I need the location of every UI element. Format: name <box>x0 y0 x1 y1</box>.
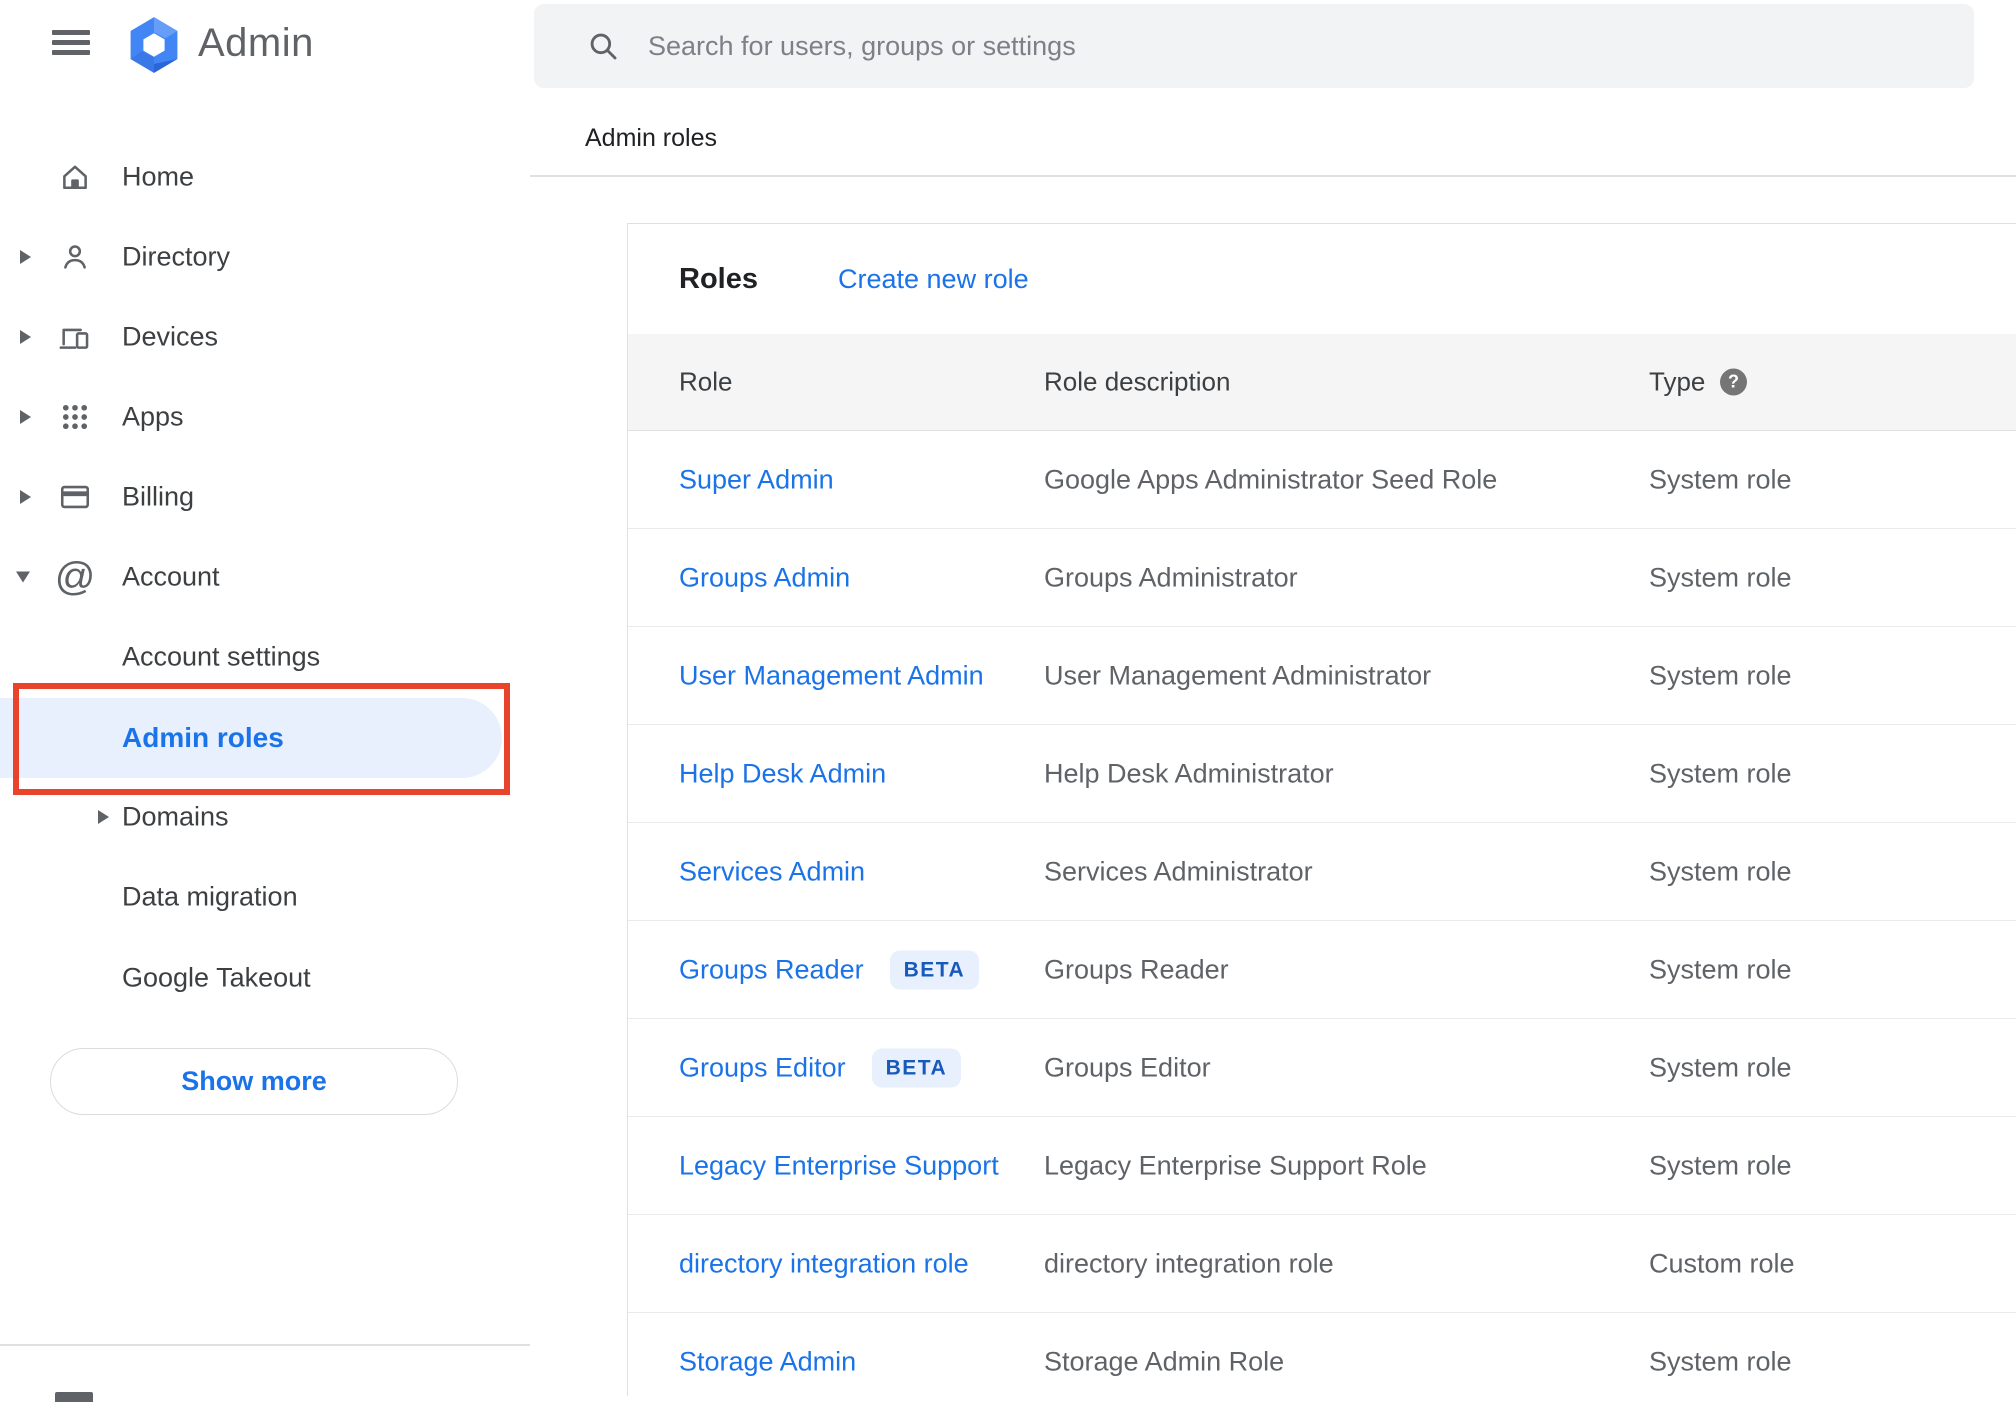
search-bar[interactable] <box>534 4 1974 88</box>
sidebar-item-data-migration[interactable]: Data migration <box>0 857 530 937</box>
role-description: Google Apps Administrator Seed Role <box>1044 464 1498 494</box>
breadcrumb: Admin roles <box>585 124 717 152</box>
role-description: Help Desk Administrator <box>1044 758 1334 788</box>
sidebar-item-google-takeout[interactable]: Google Takeout <box>0 938 530 1018</box>
table-row: Groups Admin Groups Administrator System… <box>628 529 2016 627</box>
billing-card-icon <box>57 479 93 515</box>
column-header-type: Type <box>1649 366 1706 397</box>
role-link[interactable]: directory integration role <box>679 1248 969 1279</box>
role-description: User Management Administrator <box>1044 660 1432 690</box>
annotation-red-box <box>13 683 510 795</box>
column-header-role-description: Role description <box>1044 366 1231 397</box>
admin-logo-icon <box>126 16 182 79</box>
role-description: Groups Administrator <box>1044 562 1298 592</box>
person-icon <box>57 239 93 275</box>
sidebar-bottom-divider <box>0 1344 530 1346</box>
sidebar-item-billing[interactable]: Billing <box>0 457 530 537</box>
home-icon <box>57 159 93 195</box>
roles-card: Roles Create new role Role Role descript… <box>627 223 2016 1396</box>
role-description: Services Administrator <box>1044 856 1313 886</box>
table-row: Storage Admin Storage Admin Role System … <box>628 1313 2016 1396</box>
role-link[interactable]: Services Admin <box>679 856 865 887</box>
create-new-role-link[interactable]: Create new role <box>838 224 1029 334</box>
partial-bottom-icon <box>55 1392 93 1402</box>
sidebar-item-directory[interactable]: Directory <box>0 217 530 297</box>
role-link[interactable]: Storage Admin <box>679 1346 856 1377</box>
beta-badge: BETA <box>889 950 980 989</box>
role-description: Groups Reader <box>1044 954 1229 984</box>
table-row: Groups Editor BETA Groups Editor System … <box>628 1019 2016 1117</box>
table-row: Help Desk Admin Help Desk Administrator … <box>628 725 2016 823</box>
role-description: directory integration role <box>1044 1248 1334 1278</box>
role-type: System role <box>1649 1052 1792 1082</box>
search-input[interactable] <box>646 29 1944 63</box>
table-row: User Management Admin User Management Ad… <box>628 627 2016 725</box>
card-header: Roles Create new role <box>628 224 2016 334</box>
role-type: System role <box>1649 464 1792 494</box>
card-title: Roles <box>679 263 758 295</box>
table-row: directory integration role directory int… <box>628 1215 2016 1313</box>
expand-arrow-icon[interactable] <box>20 330 31 344</box>
expand-arrow-icon[interactable] <box>20 410 31 424</box>
at-sign-icon: @ <box>54 555 96 599</box>
role-description: Groups Editor <box>1044 1052 1211 1082</box>
column-header-role: Role <box>679 366 733 397</box>
help-icon[interactable]: ? <box>1720 368 1747 396</box>
show-more-button[interactable]: Show more <box>50 1048 458 1115</box>
expand-arrow-icon[interactable] <box>20 250 31 264</box>
roles-table-body: Super Admin Google Apps Administrator Se… <box>628 431 2016 1396</box>
brand-header: Admin <box>0 0 530 90</box>
table-header-row: Role Role description Type ? <box>628 334 2016 431</box>
role-type: System role <box>1649 562 1792 592</box>
beta-badge: BETA <box>871 1048 962 1087</box>
role-link[interactable]: Groups Editor <box>679 1052 846 1083</box>
sidebar-item-account[interactable]: @ Account <box>0 537 530 617</box>
table-row: Services Admin Services Administrator Sy… <box>628 823 2016 921</box>
devices-icon <box>57 319 93 355</box>
sidebar: Admin Home Directory Devices Apps Billin… <box>0 0 530 1402</box>
role-type: System role <box>1649 856 1792 886</box>
sidebar-item-devices[interactable]: Devices <box>0 297 530 377</box>
role-type: Custom role <box>1649 1248 1795 1278</box>
role-link[interactable]: Groups Reader <box>679 954 864 985</box>
role-type: System role <box>1649 1346 1792 1376</box>
role-type: System role <box>1649 758 1792 788</box>
role-link[interactable]: Legacy Enterprise Support <box>679 1150 999 1181</box>
collapse-arrow-icon[interactable] <box>16 571 30 583</box>
table-row: Super Admin Google Apps Administrator Se… <box>628 431 2016 529</box>
hamburger-menu-icon[interactable] <box>52 30 90 55</box>
role-description: Storage Admin Role <box>1044 1346 1285 1376</box>
role-type: System role <box>1649 660 1792 690</box>
apps-grid-icon <box>57 399 93 435</box>
role-type: System role <box>1649 1150 1792 1180</box>
search-icon <box>586 29 620 63</box>
role-link[interactable]: Groups Admin <box>679 562 850 593</box>
product-name: Admin <box>198 21 314 65</box>
content-divider <box>530 175 2016 177</box>
table-row: Groups Reader BETA Groups Reader System … <box>628 921 2016 1019</box>
role-link[interactable]: Super Admin <box>679 464 834 495</box>
role-link[interactable]: User Management Admin <box>679 660 984 691</box>
expand-arrow-icon[interactable] <box>98 810 109 824</box>
sidebar-item-apps[interactable]: Apps <box>0 377 530 457</box>
role-description: Legacy Enterprise Support Role <box>1044 1150 1427 1180</box>
expand-arrow-icon[interactable] <box>20 490 31 504</box>
role-link[interactable]: Help Desk Admin <box>679 758 886 789</box>
role-type: System role <box>1649 954 1792 984</box>
table-row: Legacy Enterprise Support Legacy Enterpr… <box>628 1117 2016 1215</box>
sidebar-item-home[interactable]: Home <box>0 137 530 217</box>
